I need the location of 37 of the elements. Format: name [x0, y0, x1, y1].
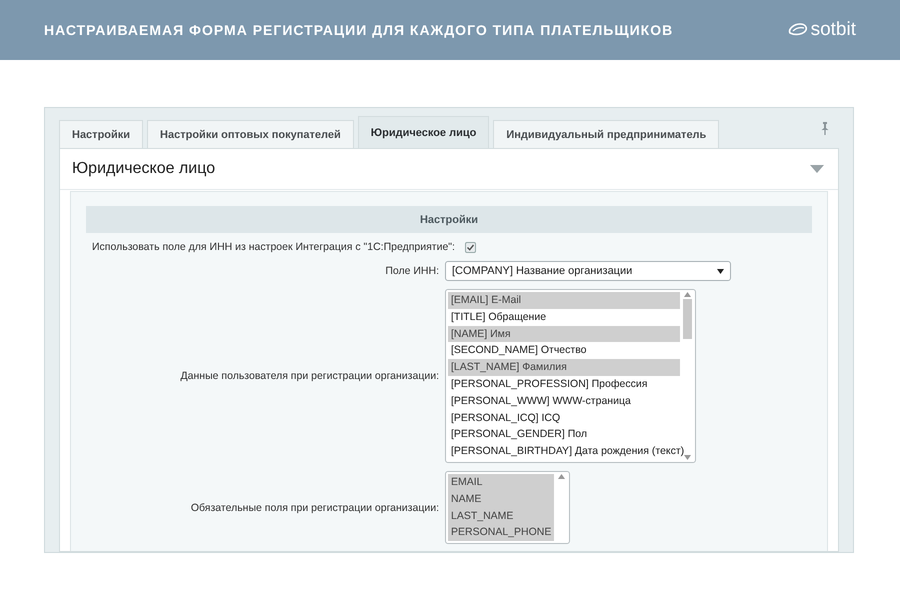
tab[interactable]: Юридическое лицо [358, 116, 490, 148]
logo-text: sotbit [810, 19, 856, 41]
scroll-up-icon[interactable] [684, 292, 691, 297]
section-title: Юридическое лицо [72, 160, 216, 178]
logo-icon [788, 23, 808, 37]
list-option[interactable]: [TITLE] Обращение [448, 308, 680, 326]
list-option[interactable]: [NAME] Имя [448, 326, 680, 342]
field-label: Использовать поле для ИНН из настроек Интеграция с "1С:Предприятие": [92, 241, 456, 253]
checkbox[interactable] [464, 242, 476, 252]
list-option[interactable]: NAME [448, 490, 554, 508]
tab[interactable]: Индивидуальный предприниматель [493, 120, 720, 148]
list-option[interactable]: [PERSONAL_PROFESSION] Профессия [448, 376, 680, 393]
list-option[interactable]: [EMAIL] E-Mail [448, 292, 680, 309]
inn-field-select[interactable]: [COMPANY] Название организации [445, 261, 731, 281]
list-option[interactable]: PERSONAL_PHONE [448, 524, 554, 542]
pin-icon[interactable] [821, 122, 829, 135]
list-option[interactable]: [PERSONAL_GENDER] Пол [448, 426, 680, 444]
settings-header: Настройки [86, 206, 812, 233]
list-option[interactable]: [SECOND_NAME] Отчество [448, 342, 680, 360]
list-option[interactable]: [LAST_NAME] Фамилия [448, 359, 680, 376]
collapse-icon[interactable] [810, 165, 824, 173]
field-label: Данные пользователя при регистрации организации: [180, 370, 440, 382]
list-option[interactable]: EMAIL [448, 474, 554, 491]
multi-select-list[interactable] [445, 289, 696, 463]
dropdown-caret-icon [717, 268, 724, 274]
list-option[interactable]: [PERSONAL_ICQ] ICQ [448, 410, 680, 426]
tab[interactable]: Настройки [59, 120, 144, 148]
list-option[interactable]: LAST_NAME [448, 508, 554, 524]
page-title: НАСТРАИВАЕМАЯ ФОРМА РЕГИСТРАЦИИ ДЛЯ КАЖДОГО ТИПА ПЛАТЕЛЬЩИКОВ [44, 22, 674, 38]
scrollbar-thumb[interactable] [683, 299, 692, 339]
scroll-down-icon[interactable] [684, 454, 691, 460]
list-option[interactable]: [PERSONAL_WWW] WWW-страница [448, 392, 680, 410]
tab[interactable]: Настройки оптовых покупателей [147, 120, 354, 148]
field-label: Обязательные поля при регистрации организации: [190, 502, 440, 514]
field-label: Поле ИНН: [384, 265, 440, 277]
multi-select-list[interactable]: EMAIL NAME LAST_NAME PERSONAL_PHONE [445, 470, 570, 544]
scroll-up-icon[interactable] [558, 474, 566, 479]
